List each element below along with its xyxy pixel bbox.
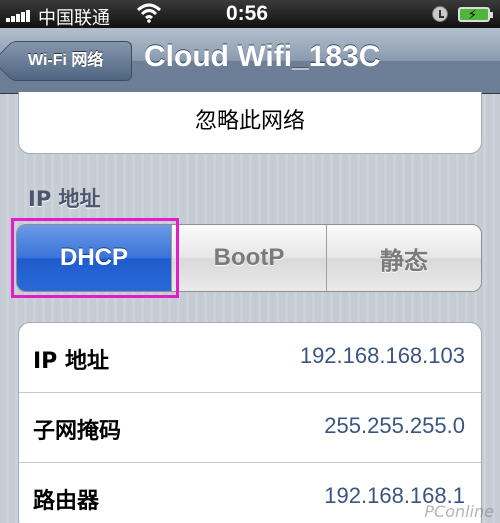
back-button-label: Wi-Fi 网络 [28,52,104,69]
forget-network-button[interactable]: 忽略此网络 [18,92,482,154]
page-title: Cloud Wifi_183C [144,40,381,73]
watermark: PConline [424,502,494,521]
info-label: 路由器 [33,489,100,514]
signal-icon [6,8,32,22]
ip-section-header: IP 地址 [28,187,101,211]
info-value: 255.255.255.0 [324,413,465,438]
battery-icon: ⚡ [458,7,493,22]
status-clock: 0:56 [226,2,269,25]
segment-static[interactable]: 静态 [326,225,481,291]
info-row-router[interactable]: 路由器 192.168.168.1 [19,463,481,523]
ip-mode-segmented-control: DHCP BootP 静态 [16,224,482,292]
info-label: IP 地址 [33,349,109,374]
info-row-subnet-mask[interactable]: 子网掩码 255.255.255.0 [19,393,481,463]
back-button[interactable]: Wi-Fi 网络 [0,41,132,81]
info-row-ip-address[interactable]: IP 地址 192.168.168.103 [19,323,481,393]
ip-info-table: IP 地址 192.168.168.103 子网掩码 255.255.255.0… [18,322,482,523]
info-value: 192.168.168.103 [299,343,465,368]
wifi-icon [136,3,162,23]
info-label: 子网掩码 [33,419,122,444]
navigation-bar: Wi-Fi 网络 Cloud Wifi_183C [0,28,500,94]
segment-bootp[interactable]: BootP [171,225,326,291]
alarm-icon [432,6,448,22]
carrier-name: 中国联通 [38,8,110,29]
status-bar: 中国联通 0:56 ⚡ [0,0,500,29]
segment-dhcp[interactable]: DHCP [17,225,171,291]
